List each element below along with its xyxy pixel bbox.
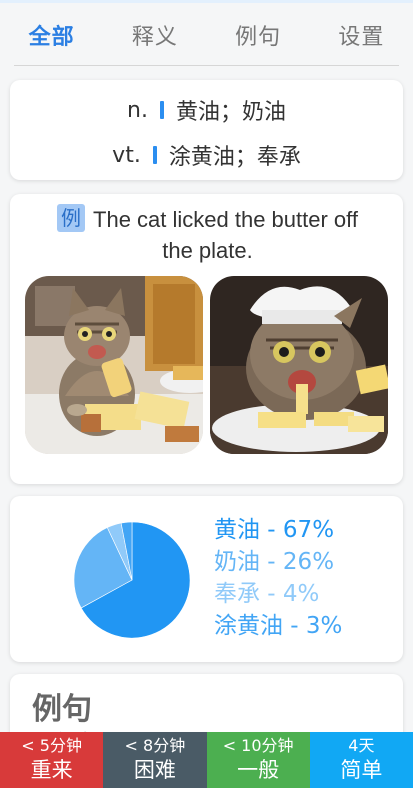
hard-button[interactable]: < 8分钟困难: [103, 732, 207, 788]
definition-bar: [152, 146, 157, 164]
example-badge: 例: [57, 204, 86, 232]
part-of-speech: vt.: [112, 142, 141, 168]
review-button-bar: < 5分钟 重来 < 8分钟 困难 < 10分钟 一般 4天 简单: [0, 732, 413, 788]
review-interval: < 5分钟: [21, 736, 82, 755]
definition-row: vt. 涂黄油；奉承: [10, 139, 403, 171]
definition-meaning: 黄油；奶油: [175, 100, 286, 125]
review-label: 困难: [133, 758, 176, 782]
tab-all[interactable]: 全部: [0, 19, 103, 51]
cat-eating-butter-image: [25, 276, 203, 454]
pie-legend: 黄油 - 67% 奶油 - 26% 奉承 - 4% 涂黄油 - 3%: [214, 514, 342, 642]
review-label: 一般: [237, 758, 280, 782]
example-sentence-line2: the plate.: [162, 238, 253, 263]
definition-row: n. 黄油；奶油: [10, 94, 403, 126]
definition-card: n. 黄油；奶油 vt. 涂黄油；奉承: [10, 80, 403, 180]
review-interval: < 8分钟: [124, 736, 186, 755]
good-button[interactable]: < 10分钟一般: [206, 732, 310, 788]
review-label: 重来: [30, 758, 73, 782]
easy-button[interactable]: 4天简单: [309, 732, 413, 788]
chef-cat-butter-image: [210, 276, 388, 454]
sentences-title: 例句: [32, 692, 92, 727]
part-of-speech: n.: [127, 97, 148, 123]
legend-item: 奉承 - 4%: [214, 581, 320, 607]
example-text: The cat licked the butter off: [93, 207, 358, 232]
example-card: 例 The cat licked the butter off the plate…: [10, 194, 403, 484]
legend-item: 涂黄油 - 3%: [214, 613, 343, 639]
meaning-distribution-card: 黄油 - 67% 奶油 - 26% 奉承 - 4% 涂黄油 - 3%: [10, 496, 403, 662]
review-interval: 4天: [348, 736, 375, 755]
tab-bar: 全部 释义 例句 设置: [0, 3, 413, 66]
tab-examples[interactable]: 例句: [207, 19, 310, 51]
definition-meaning: 涂黄油；奉承: [168, 145, 301, 170]
tab-definitions[interactable]: 释义: [103, 19, 206, 51]
tab-divider: [14, 65, 399, 66]
example-sentence-line1: 例 The cat licked the butter off: [30, 204, 385, 235]
review-label: 简单: [340, 758, 383, 782]
legend-item: 黄油 - 67%: [214, 517, 335, 543]
legend-item: 奶油 - 26%: [214, 549, 335, 575]
definition-bar: [159, 101, 164, 119]
tab-settings[interactable]: 设置: [310, 19, 413, 51]
review-interval: < 10分钟: [222, 736, 294, 755]
again-button[interactable]: < 5分钟重来: [0, 732, 104, 788]
meaning-pie-chart: [73, 521, 191, 639]
